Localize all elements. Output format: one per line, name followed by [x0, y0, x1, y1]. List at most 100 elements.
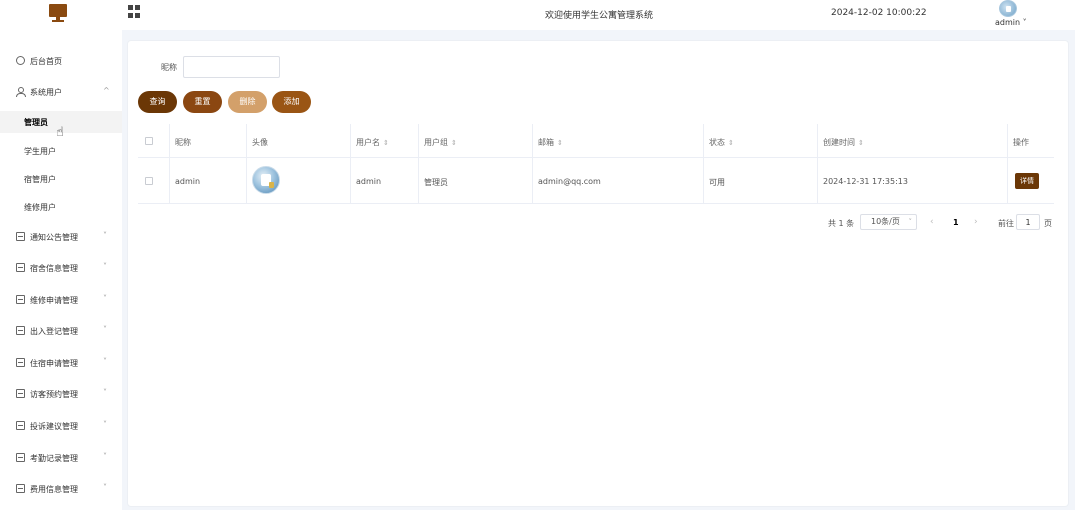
query-button[interactable]: 查询: [138, 91, 177, 113]
sort-icon[interactable]: ⇕: [728, 139, 734, 147]
pagination-total: 共 1 条: [828, 219, 855, 228]
cell-text: 管理员: [424, 178, 448, 187]
column-header-label: 创建时间: [823, 138, 855, 147]
cell-text: admin: [175, 177, 201, 186]
page-unit-label: 页: [1044, 219, 1052, 228]
cell-text: 可用: [709, 178, 725, 187]
chevron-down-icon: ˅: [103, 452, 107, 461]
sidebar-item-label: 宿管用户: [24, 175, 56, 184]
monitor-logo-icon: [49, 4, 67, 22]
cell-avatar: [247, 158, 351, 203]
chevron-down-icon: ˅: [103, 483, 107, 492]
search-label: 昵称: [161, 63, 177, 72]
column-header-label: 昵称: [175, 138, 191, 147]
cell-nickname: admin: [170, 158, 247, 203]
user-avatar[interactable]: [999, 0, 1017, 17]
calendar-icon: [16, 453, 25, 462]
sidebar-item-accommodation[interactable]: 住宿申请管理 ˅: [0, 353, 122, 373]
sidebar-item-label: 系统用户: [30, 88, 62, 97]
table-header: 昵称 头像 用户名 ⇕ 用户组 ⇕ 邮箱 ⇕ 状态 ⇕ 创建时间 ⇕ 操作: [138, 124, 1054, 158]
column-header-label: 用户组: [424, 138, 448, 147]
clock-icon: [16, 56, 25, 65]
add-button[interactable]: 添加: [272, 91, 311, 113]
main-content: 昵称 查询 重置 删除 添加 昵称 头像 用户名 ⇕ 用户组 ⇕ 邮箱 ⇕ 状态…: [127, 40, 1069, 507]
sort-icon[interactable]: ⇕: [858, 139, 864, 147]
sidebar-item-repair[interactable]: 维修申请管理 ˅: [0, 290, 122, 310]
col-username[interactable]: 用户名 ⇕: [351, 124, 419, 157]
column-header-label: 状态: [709, 138, 725, 147]
welcome-title: 欢迎使用学生公寓管理系统: [545, 11, 654, 21]
sidebar-item-complaint[interactable]: 投诉建议管理 ˅: [0, 416, 122, 436]
chevron-down-icon: ˅: [103, 325, 107, 334]
cell-action: 详情: [1008, 158, 1054, 203]
select-all-checkbox[interactable]: [145, 137, 153, 145]
cell-text: admin: [356, 177, 382, 186]
cell-status: 可用: [704, 158, 818, 203]
chevron-down-icon: ˅: [908, 218, 913, 226]
page-size-select[interactable]: 10条/页 ˅: [860, 214, 917, 230]
sidebar-item-label: 后台首页: [30, 57, 62, 66]
nickname-search-input[interactable]: [183, 56, 280, 78]
row-checkbox[interactable]: [145, 177, 153, 185]
col-group[interactable]: 用户组 ⇕: [419, 124, 533, 157]
calendar-icon: [16, 295, 25, 304]
cell-created: 2024-12-31 17:35:13: [818, 158, 1008, 203]
grid-menu-icon[interactable]: [128, 5, 141, 18]
sidebar-item-label: 考勤记录管理: [30, 454, 78, 463]
sidebar-item-label: 住宿申请管理: [30, 359, 78, 368]
sort-icon[interactable]: ⇕: [451, 139, 457, 147]
sidebar-subitem-dorm-users[interactable]: 宿管用户: [0, 168, 122, 190]
sidebar-item-system-users[interactable]: 系统用户 ^: [0, 82, 122, 102]
cell-text: admin@qq.com: [538, 177, 601, 186]
calendar-icon: [16, 484, 25, 493]
avatar: [252, 166, 280, 194]
cell-group: 管理员: [419, 158, 533, 203]
detail-button[interactable]: 详情: [1015, 173, 1039, 189]
delete-button[interactable]: 删除: [228, 91, 267, 113]
next-page-icon[interactable]: ›: [974, 217, 978, 227]
calendar-icon: [16, 232, 25, 241]
sidebar-item-fees[interactable]: 费用信息管理 ˅: [0, 479, 122, 499]
sidebar-item-label: 维修用户: [24, 203, 56, 212]
prev-page-icon[interactable]: ‹: [930, 217, 934, 227]
sort-icon[interactable]: ⇕: [383, 139, 389, 147]
sidebar-item-entry-exit[interactable]: 出入登记管理 ˅: [0, 321, 122, 341]
sidebar-item-label: 宿舍信息管理: [30, 264, 78, 273]
calendar-icon: [16, 263, 25, 272]
calendar-icon: [16, 358, 25, 367]
chevron-down-icon: ˅: [103, 231, 107, 240]
sidebar-item-label: 管理员: [24, 118, 48, 127]
cell-username: admin: [351, 158, 419, 203]
current-page-number[interactable]: 1: [953, 218, 959, 227]
sidebar-item-attendance[interactable]: 考勤记录管理 ˅: [0, 448, 122, 468]
user-menu-dropdown[interactable]: admin ˅: [995, 18, 1027, 27]
chevron-down-icon: ˅: [103, 294, 107, 303]
sidebar-item-label: 出入登记管理: [30, 327, 78, 336]
cell-text: 2024-12-31 17:35:13: [823, 177, 908, 186]
goto-page-input[interactable]: [1016, 214, 1040, 230]
sidebar-item-visitor[interactable]: 访客预约管理 ˅: [0, 384, 122, 404]
sidebar-item-home[interactable]: 后台首页: [0, 51, 122, 71]
sidebar-item-label: 访客预约管理: [30, 390, 78, 399]
goto-label: 前往: [998, 219, 1014, 228]
table-row: admin admin 管理员 admin@qq.com 可用 2024-12-…: [138, 158, 1054, 204]
hand-cursor-icon: ☝: [56, 125, 64, 140]
sidebar-item-notice[interactable]: 通知公告管理 ˅: [0, 227, 122, 247]
col-action: 操作: [1008, 124, 1054, 157]
chevron-down-icon: ˅: [103, 357, 107, 366]
sidebar: 后台首页 系统用户 ^ 管理员 学生用户 宿管用户 维修用户 通知公告管理 ˅ …: [0, 30, 122, 510]
calendar-icon: [16, 421, 25, 430]
user-icon: [16, 87, 26, 97]
col-nickname: 昵称: [170, 124, 247, 157]
column-header-label: 邮箱: [538, 138, 554, 147]
column-header-label: 头像: [252, 138, 268, 147]
sidebar-subitem-student-users[interactable]: 学生用户: [0, 140, 122, 162]
current-datetime: 2024-12-02 10:00:22: [831, 8, 927, 18]
reset-button[interactable]: 重置: [183, 91, 222, 113]
sidebar-item-dorm-info[interactable]: 宿舍信息管理 ˅: [0, 258, 122, 278]
sidebar-subitem-repair-users[interactable]: 维修用户: [0, 196, 122, 218]
sort-icon[interactable]: ⇕: [557, 139, 563, 147]
col-email[interactable]: 邮箱 ⇕: [533, 124, 704, 157]
col-status[interactable]: 状态 ⇕: [704, 124, 818, 157]
col-created[interactable]: 创建时间 ⇕: [818, 124, 1008, 157]
